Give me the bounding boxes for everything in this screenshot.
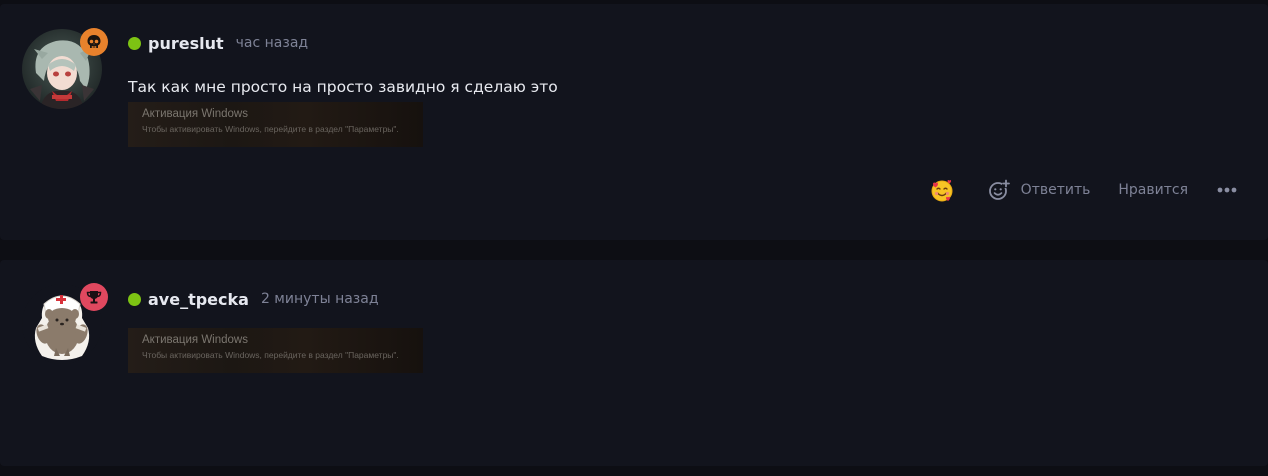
trophy-icon xyxy=(86,291,102,304)
add-reaction-button[interactable] xyxy=(987,178,1011,202)
add-reaction-icon xyxy=(988,179,1010,200)
smiling-face-with-hearts-icon xyxy=(931,179,953,202)
attached-image-subtitle: Чтобы активировать Windows, перейдите в … xyxy=(142,124,399,134)
comment-header: pureslut час назад xyxy=(128,32,308,54)
skull-icon xyxy=(87,35,101,48)
comment-text: Так как мне просто на просто завидно я с… xyxy=(128,78,558,96)
attached-image-subtitle: Чтобы активировать Windows, перейдите в … xyxy=(142,350,399,360)
attached-image-title: Активация Windows xyxy=(142,108,248,120)
avatar-container xyxy=(22,283,108,364)
comment-card: ave_tpecka 2 минуты назад Активация Wind… xyxy=(0,260,1268,466)
reply-button[interactable]: Ответить xyxy=(1021,182,1091,198)
attached-image[interactable]: Активация Windows Чтобы активировать Win… xyxy=(128,328,423,373)
comments-feed: pureslut час назад Так как мне просто на… xyxy=(0,0,1268,476)
attached-image-title: Активация Windows xyxy=(142,334,248,346)
attached-image[interactable]: Активация Windows Чтобы активировать Win… xyxy=(128,102,423,147)
comment-card: pureslut час назад Так как мне просто на… xyxy=(0,4,1268,240)
like-button[interactable]: Нравится xyxy=(1118,182,1188,198)
more-icon xyxy=(1217,187,1237,193)
user-badge xyxy=(80,28,108,56)
user-badge xyxy=(80,283,108,311)
username-link[interactable]: ave_tpecka xyxy=(148,290,249,309)
comment-header: ave_tpecka 2 минуты назад xyxy=(128,288,379,310)
avatar-container xyxy=(22,28,108,109)
reaction-button[interactable] xyxy=(929,177,955,203)
comment-actions: Ответить Нравится xyxy=(929,176,1238,204)
more-options-button[interactable] xyxy=(1216,180,1238,200)
comment-timestamp: 2 минуты назад xyxy=(260,291,379,307)
comment-timestamp: час назад xyxy=(235,35,309,51)
online-status-indicator xyxy=(128,292,141,306)
online-status-indicator xyxy=(128,36,141,50)
username-link[interactable]: pureslut xyxy=(148,34,224,53)
